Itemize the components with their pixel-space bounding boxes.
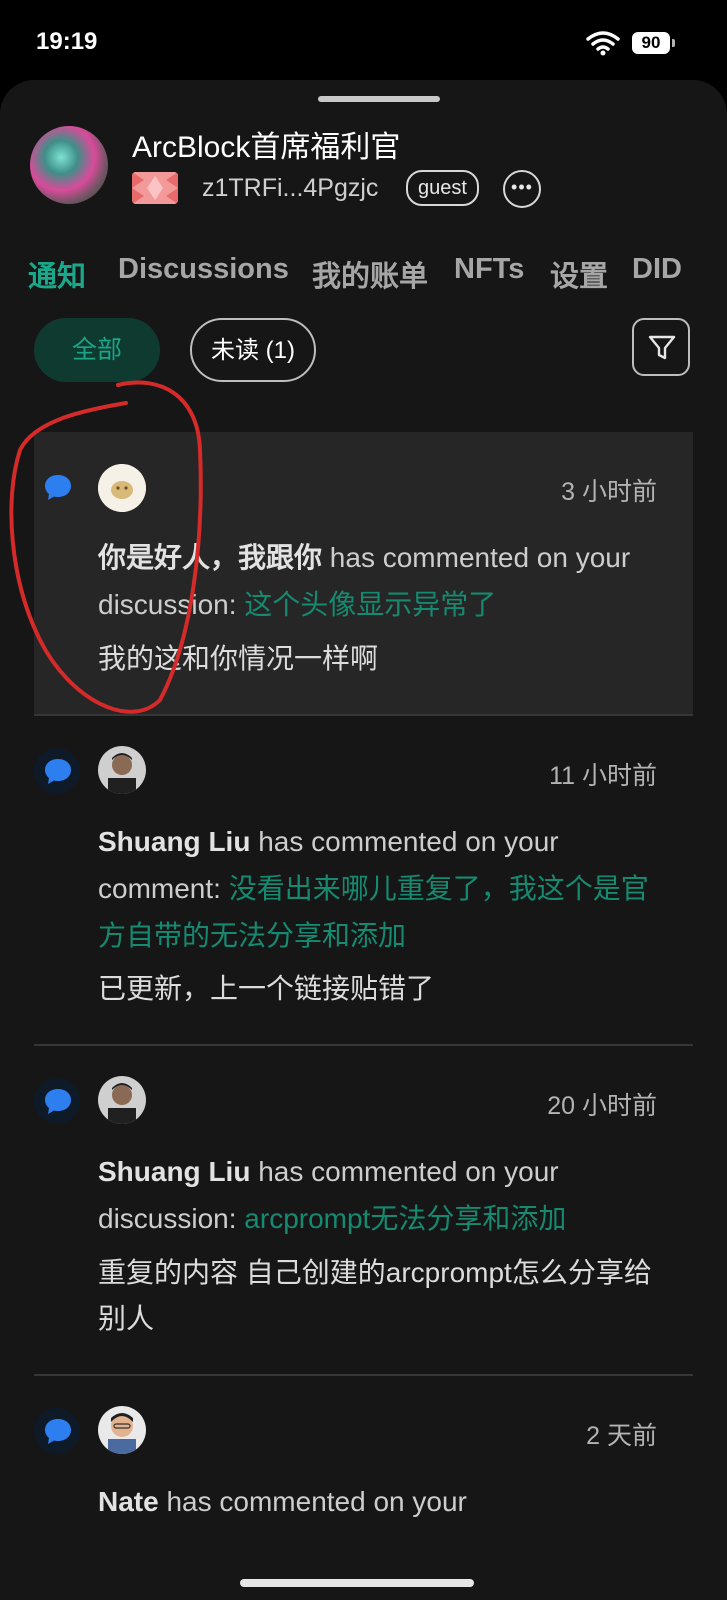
notification-body: 我的这和你情况一样啊 [98, 643, 379, 674]
notification-body: 重复的内容 自己创建的arcprompt怎么分享给别人 [98, 1257, 652, 1334]
profile-avatar[interactable] [30, 126, 108, 204]
notification-item[interactable]: 3 小时前 你是好人，我跟你 has commented on your dis… [34, 432, 693, 716]
filter-icon [648, 335, 676, 360]
notification-time: 11 小时前 [549, 762, 657, 790]
user-avatar[interactable] [98, 464, 146, 512]
notification-time: 3 小时前 [561, 478, 657, 506]
filter-button[interactable] [632, 318, 690, 376]
tab-my-bills[interactable]: 我的账单 [312, 253, 428, 295]
tab-did[interactable]: DID [632, 253, 682, 286]
more-options-button[interactable]: ••• [503, 170, 541, 208]
notification-message: Shuang Liu has commented on your discuss… [98, 1148, 658, 1242]
profile-name: ArcBlock首席福利官 [132, 131, 401, 164]
notification-author[interactable]: Shuang Liu [98, 1156, 250, 1187]
message-icon [34, 1078, 80, 1124]
notification-message: 你是好人，我跟你 has commented on your discussio… [98, 534, 658, 628]
message-icon [34, 464, 80, 510]
tab-discussions[interactable]: Discussions [118, 253, 289, 286]
notification-author[interactable]: 你是好人，我跟你 [98, 542, 322, 573]
filter-all-button[interactable]: 全部 [34, 318, 160, 382]
message-icon [34, 748, 80, 794]
tab-nfts[interactable]: NFTs [454, 253, 524, 286]
notification-time: 20 小时前 [547, 1092, 657, 1120]
status-bar: 19:19 90 [0, 0, 727, 80]
notification-author[interactable]: Shuang Liu [98, 826, 250, 857]
user-avatar[interactable] [98, 1076, 146, 1124]
notification-author[interactable]: Nate [98, 1486, 159, 1517]
did-address[interactable]: z1TRFi...4Pgzjc [202, 174, 378, 203]
did-avatar-icon [132, 172, 178, 204]
account-sheet: ArcBlock首席福利官 z1TRFi...4Pgzjc guest ••• … [0, 80, 727, 1600]
tab-notifications[interactable]: 通知 [28, 253, 86, 295]
user-avatar[interactable] [98, 746, 146, 794]
wifi-icon [586, 30, 620, 61]
user-avatar[interactable] [98, 1406, 146, 1454]
notification-time: 2 天前 [586, 1422, 657, 1450]
notification-item[interactable]: 20 小时前 Shuang Liu has commented on your … [34, 1046, 693, 1376]
notification-item[interactable]: 2 天前 Nate has commented on your [34, 1376, 693, 1600]
sheet-grabber[interactable] [318, 96, 440, 102]
notification-action: has commented on your [166, 1486, 467, 1517]
discussion-link[interactable]: 这个头像显示异常了 [244, 589, 496, 620]
notification-message: Shuang Liu has commented on your comment… [98, 818, 658, 959]
notification-body: 已更新，上一个链接贴错了 [98, 973, 435, 1004]
tab-settings[interactable]: 设置 [550, 253, 608, 295]
home-indicator[interactable] [240, 1579, 474, 1587]
message-icon [34, 1408, 80, 1454]
role-badge: guest [406, 170, 479, 206]
notification-message: Nate has commented on your [98, 1478, 658, 1525]
battery-indicator: 90 [632, 32, 675, 54]
discussion-link[interactable]: arcprompt无法分享和添加 [244, 1203, 566, 1234]
notification-item[interactable]: 11 小时前 Shuang Liu has commented on your … [34, 716, 693, 1046]
filter-unread-button[interactable]: 未读 (1) [190, 318, 316, 382]
status-time: 19:19 [36, 28, 98, 55]
